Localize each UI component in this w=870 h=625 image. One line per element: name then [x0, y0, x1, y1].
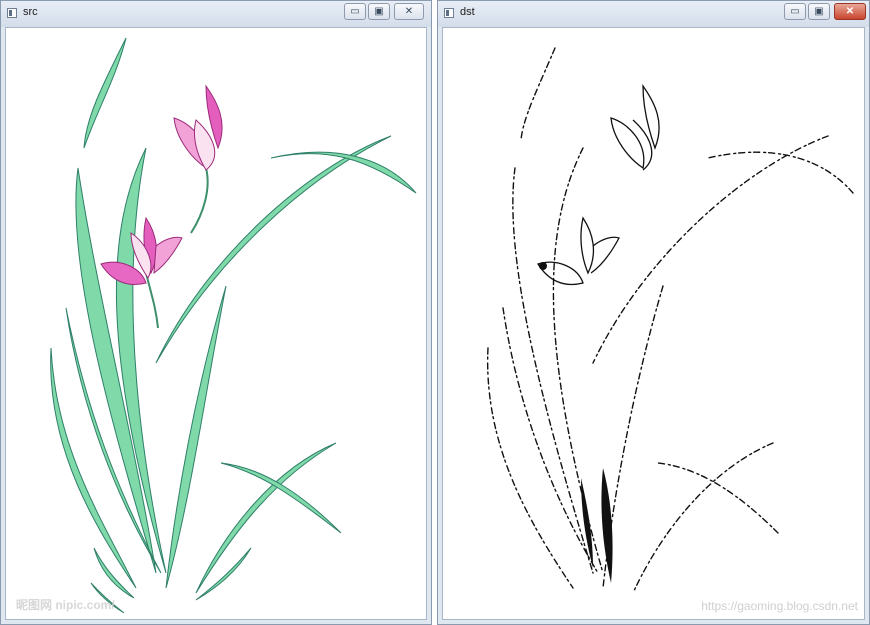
orchid-edge-drawing	[486, 47, 854, 594]
leaf	[195, 547, 252, 601]
petal	[153, 236, 183, 275]
src-image-area: 昵图网 nipic.com/	[5, 27, 427, 620]
window-title: src	[23, 6, 38, 18]
flower-outline	[590, 236, 620, 274]
edge-stroke	[502, 307, 599, 574]
stem	[145, 272, 159, 329]
edge-stroke	[657, 462, 779, 534]
src-titlebar[interactable]: src ▭ ▣ ✕	[1, 1, 431, 27]
window-icon	[7, 8, 17, 18]
edge-stroke	[552, 147, 604, 574]
edge-stroke	[707, 151, 854, 194]
orchid-painting	[50, 37, 417, 614]
edge-stroke	[632, 442, 774, 594]
watermark: 昵图网 nipic.com/	[16, 598, 115, 612]
close-button[interactable]: ✕	[394, 3, 424, 20]
dst-titlebar[interactable]: dst ▭ ▣ ✕	[438, 1, 869, 27]
window-title: dst	[460, 6, 475, 18]
leaf	[83, 37, 127, 149]
maximize-button[interactable]: ▣	[808, 3, 830, 20]
edge-stroke	[520, 47, 556, 141]
watermark: https://gaoming.blog.csdn.net	[701, 599, 858, 613]
minimize-button[interactable]: ▭	[344, 3, 366, 20]
leaf	[155, 135, 392, 364]
stem	[190, 167, 209, 234]
dst-window: dst ▭ ▣ ✕ https://gaoming.blog.csdn.net	[437, 0, 870, 625]
minimize-button[interactable]: ▭	[784, 3, 806, 20]
dst-image-area: https://gaoming.blog.csdn.net	[442, 27, 865, 620]
ink-blot	[539, 262, 547, 270]
flower-outline	[642, 83, 660, 150]
edge-stroke	[592, 135, 829, 364]
flower-outline	[580, 216, 595, 275]
maximize-button[interactable]: ▣	[368, 3, 390, 20]
petal	[100, 261, 147, 285]
ink-blot	[601, 468, 613, 583]
window-icon	[444, 8, 454, 18]
leaf	[195, 442, 337, 594]
src-window: src ▭ ▣ ✕ 昵图网 nipic.com/	[0, 0, 432, 625]
close-button[interactable]: ✕	[834, 3, 866, 20]
